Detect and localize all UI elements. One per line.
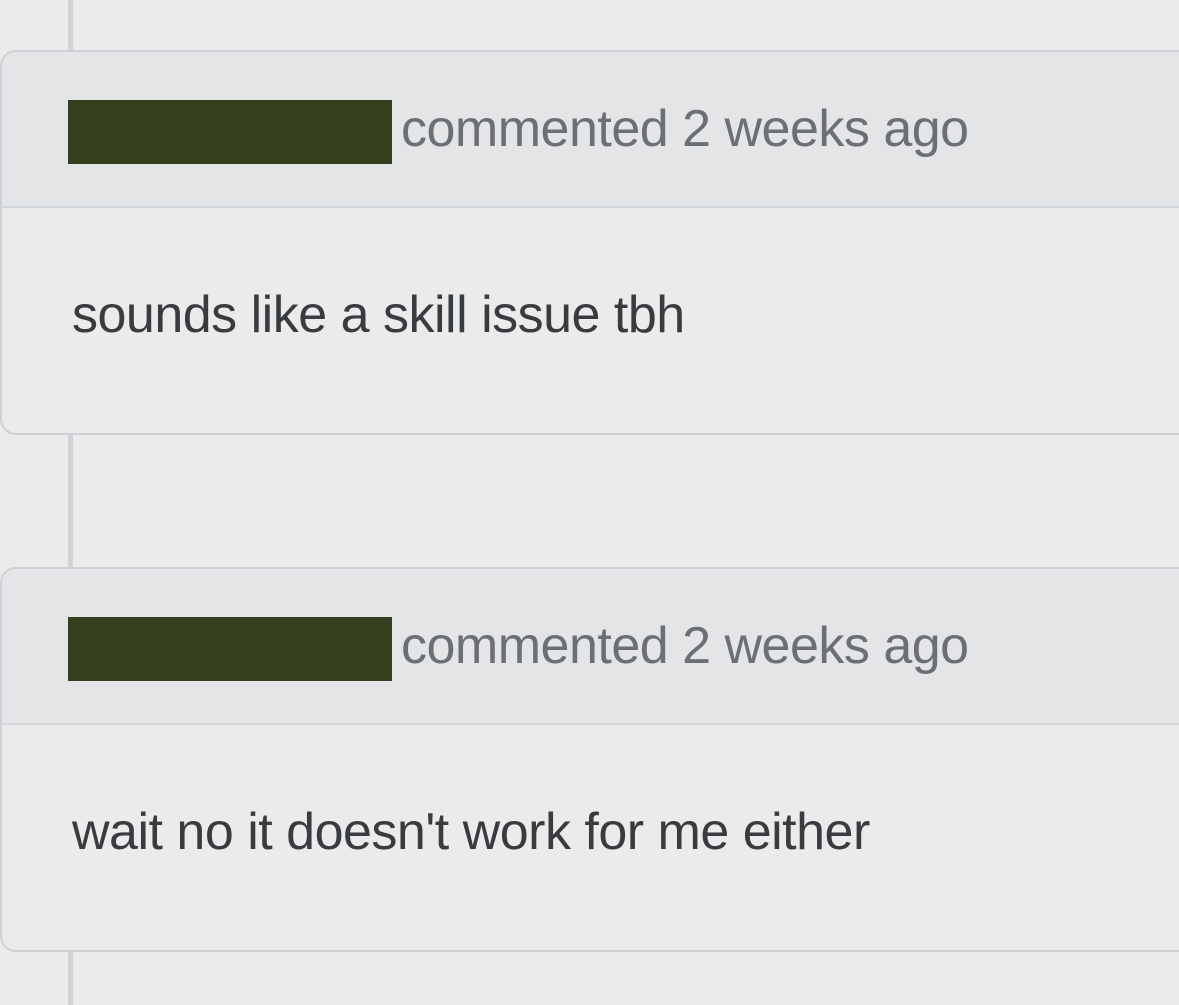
comment-card: commented 2 weeks ago wait no it doesn't… <box>0 567 1179 952</box>
comment-body: sounds like a skill issue tbh <box>2 208 1179 433</box>
comment-timestamp[interactable]: commented 2 weeks ago <box>401 613 969 679</box>
comment-header: commented 2 weeks ago <box>2 52 1179 208</box>
comment-text: wait no it doesn't work for me either <box>72 803 870 861</box>
comment-header: commented 2 weeks ago <box>2 569 1179 725</box>
comment-timestamp[interactable]: commented 2 weeks ago <box>401 96 969 162</box>
redacted-author-name <box>68 617 392 681</box>
redacted-author-name <box>68 100 392 164</box>
comment-body: wait no it doesn't work for me either <box>2 725 1179 950</box>
comment-text: sounds like a skill issue tbh <box>72 286 685 344</box>
comment-card: commented 2 weeks ago sounds like a skil… <box>0 50 1179 435</box>
